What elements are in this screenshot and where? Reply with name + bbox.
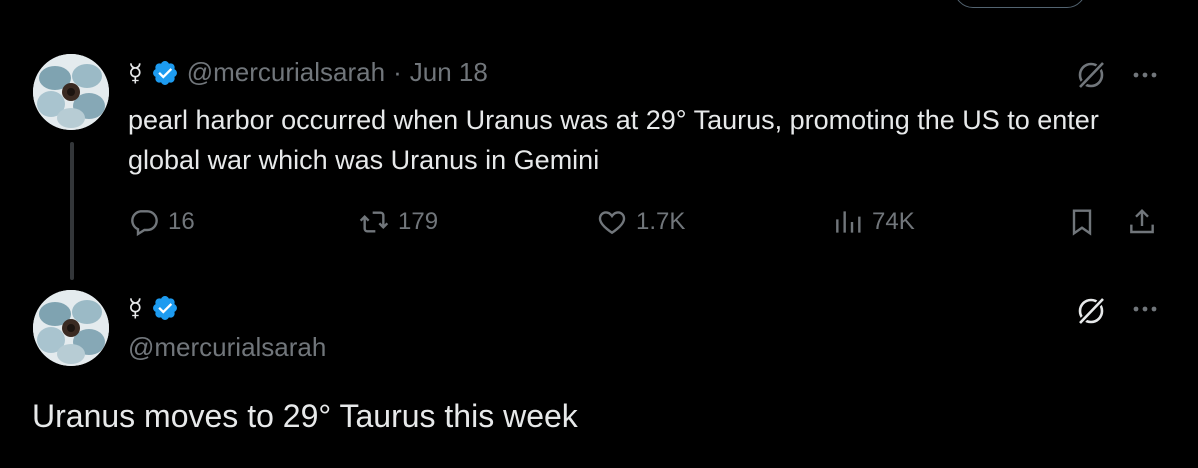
handle[interactable]: @mercurialsarah — [128, 332, 326, 363]
thread-connector-line — [70, 142, 74, 280]
bookmark-icon — [1066, 206, 1098, 238]
grok-icon[interactable] — [1074, 294, 1108, 328]
verified-badge-icon[interactable] — [151, 59, 179, 87]
analytics-icon — [832, 206, 864, 238]
avatar[interactable] — [33, 290, 109, 366]
tweet-actions: 16 179 1.7K 74K — [128, 202, 1168, 242]
views-count: 74K — [872, 208, 915, 235]
main-tweet-text: Uranus moves to 29° Taurus this week — [32, 398, 578, 434]
more-icon[interactable] — [1128, 292, 1162, 326]
handle[interactable]: @mercurialsarah — [187, 57, 385, 88]
grok-icon[interactable] — [1074, 58, 1108, 92]
display-name[interactable]: ☿ — [128, 294, 143, 322]
more-icon[interactable] — [1128, 58, 1162, 92]
tweet-text: pearl harbor occurred when Uranus was at… — [128, 105, 1099, 175]
repost-button[interactable]: 179 — [358, 202, 438, 242]
share-button[interactable] — [1126, 202, 1158, 242]
bookmark-button[interactable] — [1066, 202, 1098, 242]
display-name[interactable]: ☿ — [128, 59, 143, 87]
like-button[interactable]: 1.7K — [596, 202, 685, 242]
separator-dot: · — [393, 57, 402, 87]
like-count: 1.7K — [636, 208, 686, 235]
top-button[interactable] — [954, 0, 1086, 8]
tweet-header: ☿ — [128, 294, 179, 322]
repost-count: 179 — [398, 208, 439, 235]
avatar[interactable] — [33, 54, 109, 130]
reply-icon — [128, 206, 160, 238]
views-button[interactable]: 74K — [832, 202, 915, 242]
tweet-thread: ☿ @mercurialsarah · Jun 18 pearl harbor … — [0, 0, 1198, 468]
reply-count: 16 — [168, 208, 195, 235]
repost-icon — [358, 206, 390, 238]
tweet-header: ☿ @mercurialsarah · Jun 18 — [128, 57, 488, 88]
reply-button[interactable]: 16 — [128, 202, 195, 242]
heart-icon — [596, 206, 628, 238]
verified-badge-icon[interactable] — [151, 294, 179, 322]
share-icon — [1126, 206, 1158, 238]
tweet-date[interactable]: Jun 18 — [410, 57, 488, 88]
